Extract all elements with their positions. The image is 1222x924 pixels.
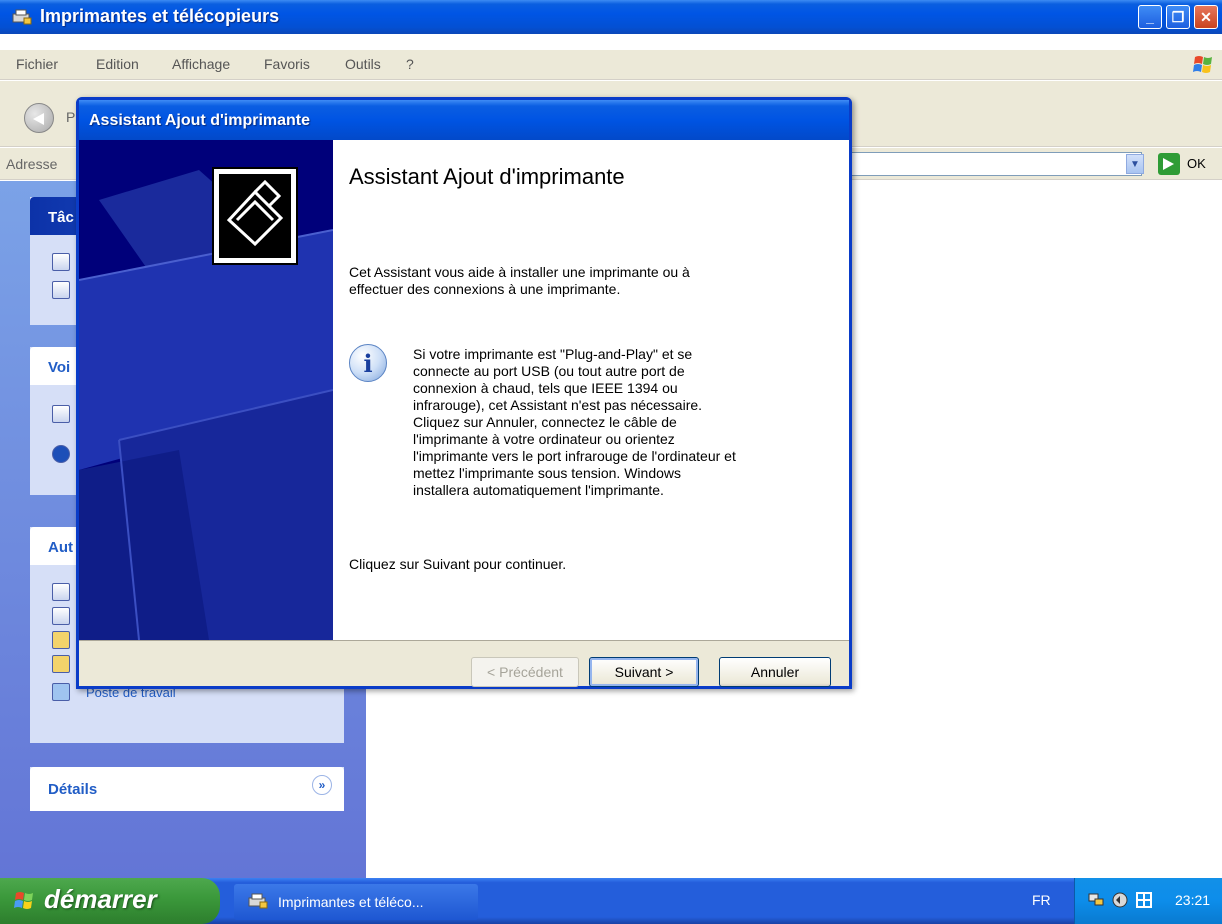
taskbar: démarrer Imprimantes et téléco... FR 23:… (0, 878, 1222, 924)
wizard-button-bar: < Précédent Suivant > Annuler (79, 640, 849, 687)
restore-button[interactable]: ❐ (1166, 5, 1190, 29)
system-tray: 23:21 (1074, 878, 1222, 924)
add-printer-icon[interactable] (52, 253, 70, 271)
support-icon[interactable] (52, 445, 70, 463)
wizard-intro-text: Cet Assistant vous aide à installer une … (349, 264, 809, 298)
menu-affichage[interactable]: Affichage (172, 56, 230, 72)
go-arrow-icon[interactable] (1158, 153, 1180, 175)
add-printer-wizard-dialog: Assistant Ajout d'imprimante Assistant A… (76, 97, 852, 689)
documents-folder-icon[interactable] (52, 631, 70, 649)
minimize-button[interactable]: _ (1138, 5, 1162, 29)
wizard-title: Assistant Ajout d'imprimante (89, 112, 311, 129)
wizard-heading: Assistant Ajout d'imprimante (349, 164, 625, 189)
chevron-down-icon[interactable]: ▼ (1126, 154, 1144, 174)
info-icon: i (349, 344, 387, 382)
info-line: installera automatiquement l'imprimante. (413, 482, 664, 498)
back-arrow-icon[interactable] (24, 103, 54, 133)
computer-icon[interactable] (52, 683, 70, 701)
windows-flag-icon (14, 892, 33, 909)
fax-icon[interactable] (52, 281, 70, 299)
start-button[interactable]: démarrer (0, 878, 220, 924)
language-indicator[interactable]: FR (1032, 892, 1051, 908)
expand-chevron-icon[interactable]: » (312, 775, 332, 795)
menu-favoris[interactable]: Favoris (264, 56, 310, 72)
panel-title-details[interactable]: Détails (30, 767, 344, 811)
taskbar-item-printers[interactable]: Imprimantes et téléco... (234, 884, 478, 920)
display-icon[interactable] (1135, 891, 1153, 909)
windows-logo-icon (1190, 51, 1218, 79)
info-line: Si votre imprimante est "Plug-and-Play" … (413, 346, 693, 362)
help-icon[interactable] (52, 405, 70, 423)
go-button-label[interactable]: OK (1187, 156, 1206, 171)
wizard-body: Assistant Ajout d'imprimante Cet Assista… (79, 140, 849, 640)
info-line: connecte au port USB (ou tout autre port… (413, 363, 685, 379)
wizard-sidebar-art (79, 140, 333, 640)
menu-edition[interactable]: Edition (96, 56, 139, 72)
explorer-title: Imprimantes et télécopieurs (40, 6, 280, 26)
scanner-icon[interactable] (52, 607, 70, 625)
control-panel-icon[interactable] (52, 583, 70, 601)
wizard-info-text: Si votre imprimante est "Plug-and-Play" … (413, 346, 813, 499)
volume-icon[interactable] (1111, 891, 1129, 909)
menu-help[interactable]: ? (406, 56, 414, 72)
printer-folder-icon (12, 9, 32, 25)
info-line: infrarouge), cet Assistant n'est pas néc… (413, 397, 703, 413)
clock[interactable]: 23:21 (1175, 892, 1210, 908)
menu-outils[interactable]: Outils (345, 56, 381, 72)
info-line: connexion à chaud, tels que IEEE 1394 ou (413, 380, 678, 396)
intro-line: Cet Assistant vous aide à installer une … (349, 264, 690, 280)
info-line: l'imprimante à votre ordinateur ou orien… (413, 431, 675, 447)
printer-watermark-icon (79, 167, 333, 640)
cancel-button[interactable]: Annuler (719, 657, 831, 687)
info-line: l'imprimante vers le port infrarouge de … (413, 448, 736, 464)
menu-fichier[interactable]: Fichier (16, 56, 58, 72)
explorer-title-bar[interactable]: Imprimantes et télécopieurs _ ❐ ✕ (0, 0, 1222, 34)
next-button[interactable]: Suivant > (589, 657, 699, 687)
close-button[interactable]: ✕ (1194, 5, 1218, 29)
pictures-folder-icon[interactable] (52, 655, 70, 673)
taskbar-item-label: Imprimantes et téléco... (278, 894, 424, 910)
details-panel: Détails » (30, 767, 344, 811)
printer-folder-icon (248, 893, 268, 909)
address-label: Adresse (6, 156, 58, 172)
back-button-label[interactable]: P (66, 109, 75, 125)
menu-bar: Fichier Edition Affichage Favoris Outils… (0, 50, 1222, 80)
previous-button[interactable]: < Précédent (471, 657, 579, 687)
intro-line: effectuer des connexions à une imprimant… (349, 281, 621, 297)
network-icon[interactable] (1087, 891, 1105, 909)
wizard-title-bar[interactable]: Assistant Ajout d'imprimante (79, 100, 849, 140)
wizard-content: Assistant Ajout d'imprimante Cet Assista… (333, 140, 849, 640)
info-line: mettez l'imprimante sous tension. Window… (413, 465, 681, 481)
wizard-continue-text: Cliquez sur Suivant pour continuer. (349, 556, 567, 572)
start-label: démarrer (44, 884, 157, 914)
info-line: Cliquez sur Annuler, connectez le câble … (413, 414, 677, 430)
